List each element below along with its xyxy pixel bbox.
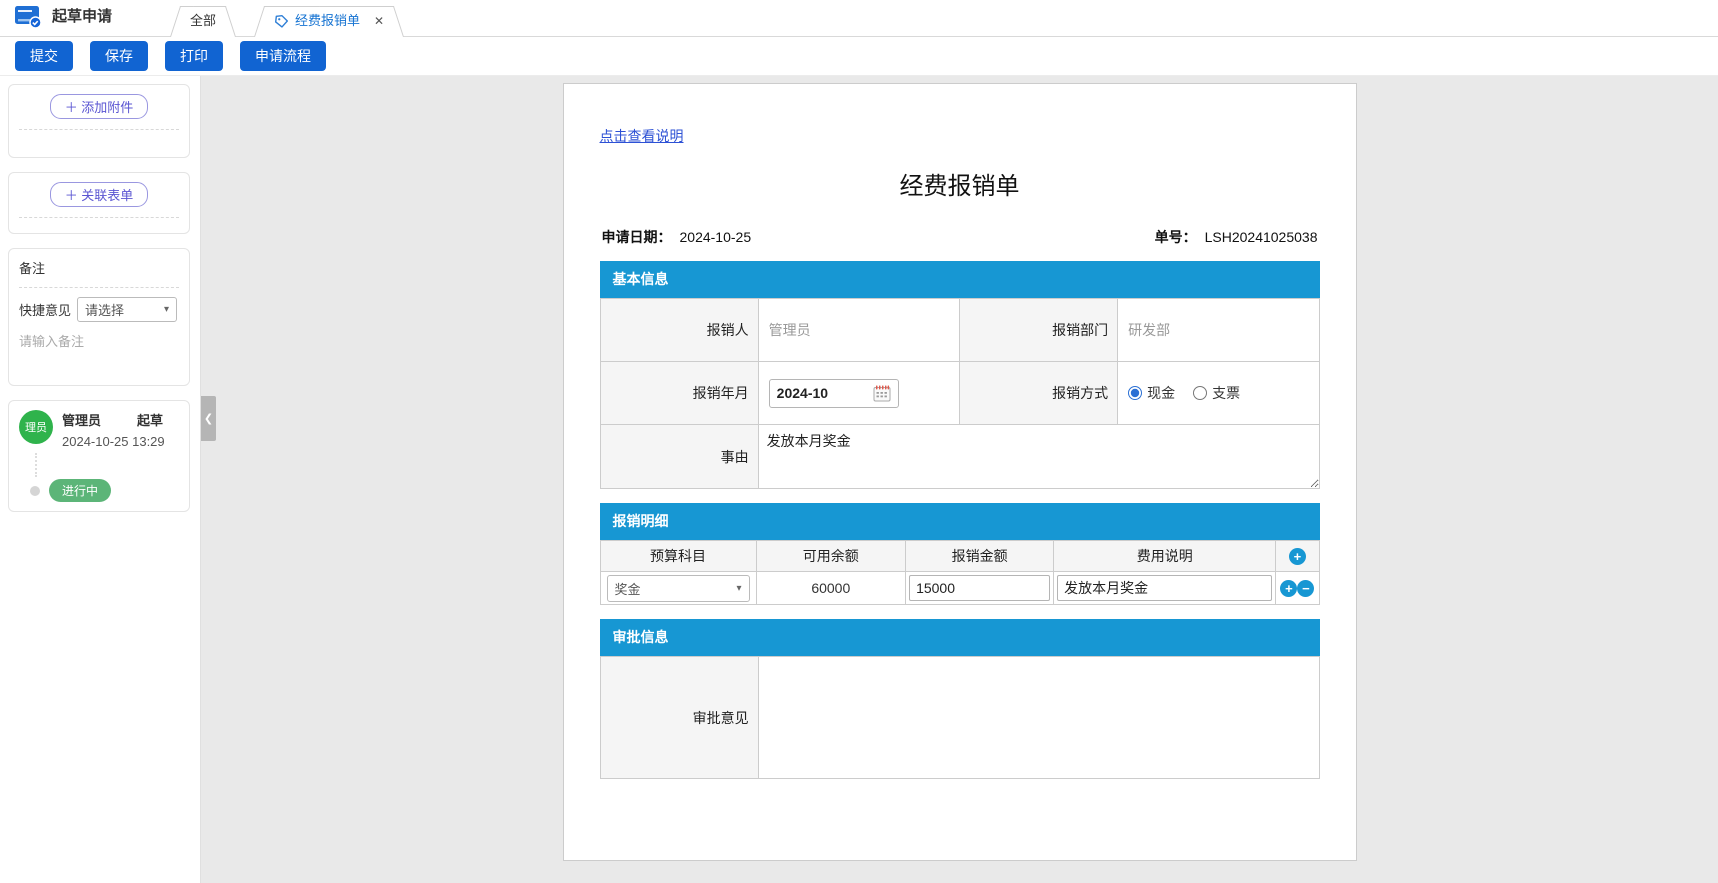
close-icon[interactable]: ✕ (374, 6, 384, 36)
remove-row-icon[interactable]: − (1297, 580, 1314, 597)
col-amount: 报销金额 (906, 541, 1054, 572)
add-attachment-button[interactable]: ＋ 添加附件 (50, 94, 149, 119)
month-datebox (769, 379, 899, 408)
avatar: 理员 (19, 410, 53, 444)
content-area: ＋ 添加附件 ＋ 关联表单 备注 快捷意见 请选择 ▾ 请输入备注 (0, 76, 1718, 883)
col-budget-subject: 预算科目 (600, 541, 756, 572)
section-detail-header: 报销明细 (600, 503, 1320, 540)
save-button[interactable]: 保存 (90, 41, 148, 71)
quick-opinion-label: 快捷意见 (19, 300, 71, 319)
section-approval-header: 审批信息 (600, 619, 1320, 656)
sidebar: ＋ 添加附件 ＋ 关联表单 备注 快捷意见 请选择 ▾ 请输入备注 (0, 76, 201, 883)
basic-info-table: 报销人 管理员 报销部门 研发部 报销年月 (600, 298, 1320, 489)
table-row: 奖金 ▾ 60000 +− (600, 572, 1319, 605)
method-label: 报销方式 (959, 362, 1117, 425)
approval-opinion-value (758, 657, 1319, 779)
radio-cash[interactable]: 现金 (1128, 383, 1175, 403)
approval-opinion-label: 审批意见 (600, 657, 758, 779)
section-basic-header: 基本信息 (600, 261, 1320, 298)
chevron-down-icon: ▾ (164, 304, 169, 315)
timeline-connector (35, 453, 179, 477)
detail-table: 预算科目 可用余额 报销金额 费用说明 + 奖金 ▾ 60000 (600, 540, 1320, 605)
timeline-time: 2024-10-25 13:29 (62, 434, 179, 449)
status-badge: 进行中 (49, 479, 111, 502)
remark-title: 备注 (19, 258, 179, 277)
month-input[interactable] (777, 385, 857, 401)
person-value: 管理员 (769, 322, 811, 338)
main-area: 点击查看说明 经费报销单 申请日期： 2024-10-25 单号： LSH202… (201, 76, 1718, 883)
amount-input[interactable] (909, 575, 1050, 601)
calendar-icon[interactable] (873, 385, 891, 402)
quick-opinion-select[interactable]: 请选择 ▾ (77, 297, 177, 322)
remark-input[interactable]: 请输入备注 (19, 331, 179, 350)
draft-form-icon (14, 3, 42, 29)
budget-subject-select[interactable]: 奖金 ▾ (607, 575, 750, 602)
divider (19, 287, 179, 288)
related-form-card: ＋ 关联表单 (8, 172, 190, 234)
approval-table: 审批意见 (600, 656, 1320, 779)
balance-value: 60000 (756, 572, 906, 605)
person-label: 报销人 (600, 299, 758, 362)
form-title: 经费报销单 (600, 166, 1320, 201)
col-available-balance: 可用余额 (756, 541, 906, 572)
dept-label: 报销部门 (959, 299, 1117, 362)
toolbar: 提交 保存 打印 申请流程 (0, 37, 1718, 76)
attachment-card: ＋ 添加附件 (8, 84, 190, 158)
reason-textarea[interactable]: 发放本月奖金 (759, 426, 1319, 488)
relate-form-button[interactable]: ＋ 关联表单 (50, 182, 149, 207)
tab-expense-form[interactable]: 经费报销单 ✕ (254, 6, 404, 36)
flow-button[interactable]: 申请流程 (240, 41, 326, 71)
help-link[interactable]: 点击查看说明 (600, 128, 684, 144)
apply-date-value: 2024-10-25 (680, 229, 752, 245)
tag-icon (274, 14, 289, 29)
add-row-icon[interactable]: + (1289, 548, 1306, 565)
timeline-user: 管理员 (62, 410, 101, 429)
submit-button[interactable]: 提交 (15, 41, 73, 71)
form-page: 点击查看说明 经费报销单 申请日期： 2024-10-25 单号： LSH202… (563, 83, 1357, 861)
tab-bar: 全部 经费报销单 ✕ (170, 6, 422, 36)
reason-label: 事由 (600, 425, 758, 489)
timeline-dot (30, 486, 40, 496)
method-radio-group: 现金 支票 (1128, 383, 1318, 403)
remark-card: 备注 快捷意见 请选择 ▾ 请输入备注 (8, 248, 190, 386)
doc-no-value: LSH20241025038 (1205, 229, 1318, 245)
form-info-row: 申请日期： 2024-10-25 单号： LSH20241025038 (600, 227, 1320, 247)
print-button[interactable]: 打印 (165, 41, 223, 71)
doc-no-label: 单号： (1155, 227, 1197, 247)
desc-input[interactable] (1057, 575, 1272, 601)
timeline-action: 起草 (137, 410, 163, 429)
header: 起草申请 全部 经费报销单 ✕ (0, 0, 1718, 37)
page-title: 起草申请 (52, 5, 112, 26)
add-row-icon[interactable]: + (1280, 580, 1297, 597)
tab-all[interactable]: 全部 (170, 6, 236, 36)
sidebar-collapse-handle[interactable]: ❮ (201, 396, 216, 441)
month-label: 报销年月 (600, 362, 758, 425)
radio-cheque[interactable]: 支票 (1193, 383, 1240, 403)
col-expense-desc: 费用说明 (1054, 541, 1276, 572)
chevron-down-icon: ▾ (736, 583, 741, 594)
dept-value: 研发部 (1128, 322, 1170, 338)
apply-date-label: 申请日期： (602, 227, 672, 247)
timeline-card: 理员 管理员 起草 2024-10-25 13:29 进行中 (8, 400, 190, 512)
